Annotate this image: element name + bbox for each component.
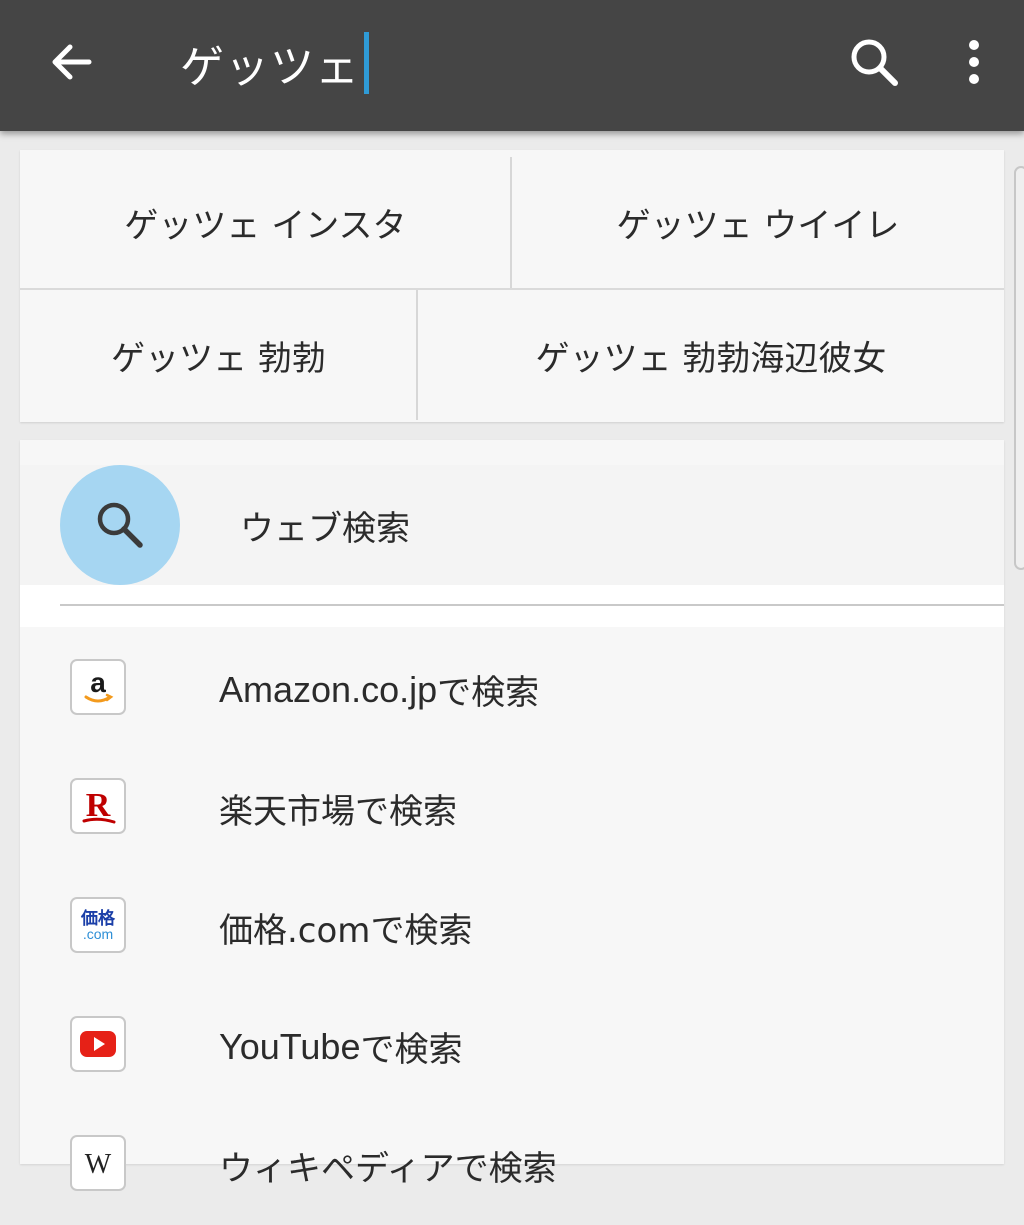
search-query-input[interactable]: ゲッツェ — [180, 30, 369, 96]
amazon-logo: a — [84, 667, 114, 703]
engine-name: YouTube — [219, 1025, 361, 1067]
engine-suffix: で検索 — [360, 1030, 463, 1070]
engine-suffix: で検索 — [454, 1149, 557, 1189]
engine-row-rakuten[interactable]: R 楽天市場 で検索 — [20, 749, 1004, 868]
engine-row-wikipedia[interactable]: W ウィキペディア で検索 — [20, 1106, 1004, 1225]
engine-suffix: で検索 — [437, 673, 540, 713]
youtube-logo — [80, 1031, 116, 1057]
rakuten-icon: R — [70, 778, 126, 834]
amazon-icon-letter: a — [90, 667, 106, 698]
engine-label: ウィキペディア で検索 — [219, 1106, 557, 1225]
web-search-row[interactable]: ウェブ検索 — [20, 465, 1004, 585]
engine-label: 楽天市場 で検索 — [219, 749, 457, 868]
search-icon — [97, 502, 143, 548]
wikipedia-logo: W — [85, 1149, 112, 1180]
kakaku-icon-subtext: .com — [83, 926, 113, 942]
rakuten-logo: R — [82, 787, 116, 824]
engine-row-youtube[interactable]: YouTube で検索 — [20, 987, 1004, 1106]
engine-name: 価格.com — [219, 911, 371, 951]
engine-row-amazon[interactable]: a Amazon.co.jp で検索 — [20, 630, 1004, 749]
text-caret — [364, 32, 369, 94]
engine-label: Amazon.co.jp で検索 — [219, 630, 539, 749]
engine-label: YouTube で検索 — [219, 987, 462, 1106]
engine-row-kakaku[interactable]: 価格 .com 価格.com で検索 — [20, 868, 1004, 987]
scrollbar-thumb[interactable] — [1014, 166, 1024, 570]
youtube-icon — [70, 1016, 126, 1072]
search-query-text: ゲッツェ — [180, 42, 360, 93]
engine-suffix: で検索 — [355, 792, 457, 832]
more-vert-icon — [969, 40, 979, 84]
top-app-bar: ゲッツェ — [0, 0, 1024, 131]
engine-label: 価格.com で検索 — [219, 868, 472, 987]
web-search-label: ウェブ検索 — [240, 508, 410, 549]
kakaku-icon: 価格 .com — [70, 897, 126, 953]
search-icon — [851, 39, 898, 86]
suggestion-card: ゲッツェ インスタ ゲッツェ ウイイレ ゲッツェ 勃勃 ゲッツェ 勃勃海辺彼女 — [20, 150, 1004, 422]
more-options-button[interactable] — [946, 28, 1002, 96]
engine-suffix: で検索 — [370, 911, 473, 951]
separator-area — [20, 585, 1004, 627]
suggestion-chip[interactable]: ゲッツェ ウイイレ — [512, 157, 1004, 287]
engine-name: 楽天市場 — [219, 792, 355, 832]
kakaku-logo: 価格 .com — [80, 908, 116, 942]
back-button[interactable] — [36, 30, 106, 94]
search-button[interactable] — [838, 28, 910, 96]
suggestion-chip[interactable]: ゲッツェ 勃勃海辺彼女 — [418, 290, 1004, 420]
wikipedia-icon-letter: W — [85, 1149, 112, 1180]
arrow-back-icon — [52, 44, 92, 80]
wikipedia-icon: W — [70, 1135, 126, 1191]
amazon-icon: a — [70, 659, 126, 715]
engine-name: Amazon.co.jp — [219, 668, 438, 710]
suggestion-chip[interactable]: ゲッツェ 勃勃 — [20, 290, 417, 420]
engine-name: ウィキペディア — [219, 1149, 455, 1189]
divider — [60, 604, 1004, 606]
suggestion-chip[interactable]: ゲッツェ インスタ — [20, 157, 511, 287]
search-engine-card: ウェブ検索 a Amazon.co.jp で検索 R 楽天市場 で検索 価格 .… — [20, 440, 1004, 1191]
web-search-icon-circle — [60, 465, 180, 585]
